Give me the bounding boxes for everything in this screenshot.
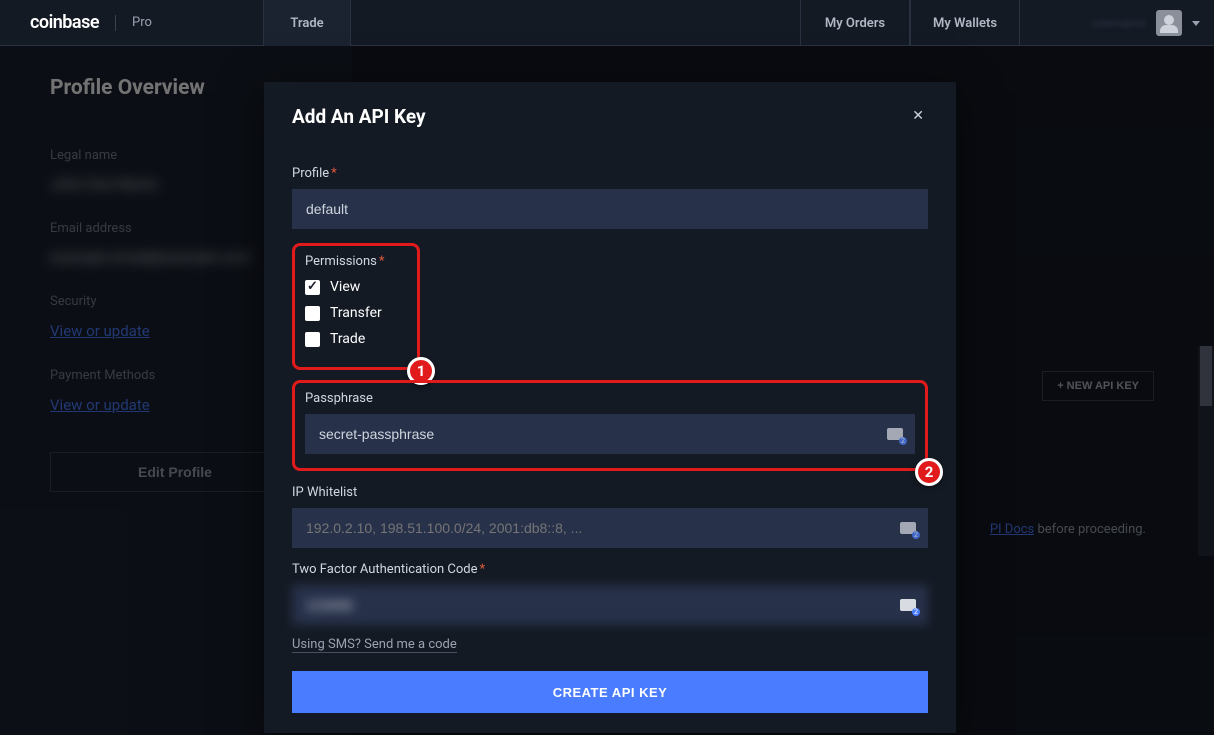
label-ip-whitelist: IP Whitelist bbox=[292, 485, 928, 500]
nav-user-area: username bbox=[1093, 0, 1200, 46]
permission-view-label: View bbox=[330, 279, 360, 295]
ip-whitelist-input[interactable] bbox=[292, 508, 928, 548]
label-profile: Profile* bbox=[292, 166, 928, 181]
permission-transfer-checkbox[interactable] bbox=[305, 306, 320, 321]
permission-transfer-label: Transfer bbox=[330, 305, 382, 321]
profile-input[interactable] bbox=[292, 189, 928, 229]
permission-view-row: View bbox=[305, 279, 407, 295]
permission-trade-row: Trade bbox=[305, 331, 407, 347]
chevron-down-icon[interactable] bbox=[1192, 21, 1200, 26]
permission-trade-checkbox[interactable] bbox=[305, 332, 320, 347]
keyboard-icon[interactable]: 2 bbox=[900, 599, 916, 611]
avatar-icon[interactable] bbox=[1156, 10, 1182, 36]
create-api-key-button[interactable]: CREATE API KEY bbox=[292, 671, 928, 713]
label-permissions: Permissions* bbox=[305, 254, 407, 269]
brand-sub: Pro bbox=[132, 15, 152, 30]
close-icon[interactable]: ✕ bbox=[908, 104, 928, 128]
permission-view-checkbox[interactable] bbox=[305, 280, 320, 295]
keyboard-icon[interactable]: 2 bbox=[900, 522, 916, 534]
modal-title: Add An API Key bbox=[292, 105, 426, 128]
nav-my-orders[interactable]: My Orders bbox=[800, 0, 910, 46]
permission-trade-label: Trade bbox=[330, 331, 365, 347]
passphrase-input[interactable] bbox=[305, 414, 915, 454]
brand-divider bbox=[115, 15, 116, 31]
annotation-2: 2 bbox=[915, 458, 943, 486]
username-masked: username bbox=[1093, 16, 1146, 30]
nav-trade[interactable]: Trade bbox=[263, 0, 351, 46]
passphrase-group: Passphrase 2 2 bbox=[292, 380, 928, 471]
keyboard-icon[interactable]: 2 bbox=[887, 428, 903, 440]
permission-transfer-row: Transfer bbox=[305, 305, 407, 321]
add-api-key-modal: Add An API Key ✕ Profile* Permissions* V… bbox=[264, 82, 956, 733]
brand[interactable]: coinbase Pro bbox=[0, 12, 152, 33]
sms-send-code-link[interactable]: Using SMS? Send me a code bbox=[292, 637, 457, 653]
tfa-input[interactable] bbox=[292, 585, 928, 625]
top-nav: coinbase Pro Trade My Orders My Wallets … bbox=[0, 0, 1214, 46]
label-tfa: Two Factor Authentication Code* bbox=[292, 562, 928, 577]
nav-my-wallets[interactable]: My Wallets bbox=[910, 0, 1020, 46]
brand-name: coinbase bbox=[30, 12, 99, 33]
label-passphrase: Passphrase bbox=[305, 391, 915, 406]
permissions-group: Permissions* View Transfer Trade 1 bbox=[292, 243, 420, 370]
